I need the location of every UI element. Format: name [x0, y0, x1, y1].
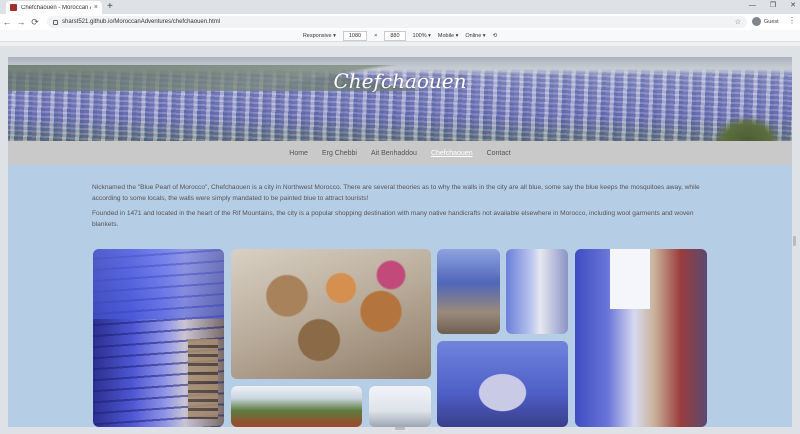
tab-strip: Chefchaouen - Moroccan Adve... × + — ❐ ✕ — [0, 0, 800, 14]
browser-tab[interactable]: Chefchaouen - Moroccan Adve... × — [6, 1, 102, 14]
zoom-select[interactable]: 100% ▾ — [413, 33, 431, 39]
gallery-photo-archway — [437, 341, 568, 427]
url-text: sharst521.github.io/MoroccanAdventures/c… — [62, 19, 221, 25]
width-input[interactable]: 1080 — [342, 30, 368, 41]
intro-text: Nicknamed the "Blue Pearl of Morocco", C… — [92, 182, 712, 234]
close-window-icon[interactable]: ✕ — [790, 0, 796, 12]
nav-contact[interactable]: Contact — [480, 150, 518, 157]
media-query-ruler[interactable] — [0, 42, 800, 46]
resize-handle-right[interactable] — [793, 236, 796, 246]
pottery-shelf — [188, 339, 218, 419]
gallery-photo-rooftops — [369, 386, 431, 427]
mobile-select[interactable]: Mobile ▾ — [438, 33, 459, 39]
new-tab-button[interactable]: + — [107, 1, 113, 13]
network-select[interactable]: Online ▾ — [465, 33, 485, 39]
gallery-photo-alley — [506, 249, 568, 334]
profile-name: Guest — [764, 18, 779, 25]
gallery-photo-spice-sacks — [231, 249, 431, 379]
page-viewport: Chefchaouen Home Erg Chebbi Ait Benhaddo… — [8, 57, 792, 427]
gallery-photo-market-street — [575, 249, 707, 427]
gallery-photo-plaza — [231, 386, 362, 427]
site-nav: Home Erg Chebbi Ait Benhaddou Chefchaoue… — [8, 141, 792, 165]
nav-ait-benhaddou[interactable]: Ait Benhaddou — [364, 150, 424, 157]
address-bar[interactable]: sharst521.github.io/MoroccanAdventures/c… — [47, 16, 747, 28]
close-tab-icon[interactable]: × — [94, 4, 98, 11]
bookmark-star-icon[interactable]: ☆ — [735, 18, 741, 26]
back-icon[interactable]: ← — [0, 17, 14, 27]
device-toolbar: Responsive ▾ 1080 × 880 100% ▾ Mobile ▾ … — [0, 30, 800, 42]
hero-banner: Chefchaouen — [8, 57, 792, 141]
browser-toolbar: ← → ⟳ sharst521.github.io/MoroccanAdvent… — [0, 14, 800, 30]
tab-title: Chefchaouen - Moroccan Adve... — [21, 4, 91, 11]
paragraph-1: Nicknamed the "Blue Pearl of Morocco", C… — [92, 184, 700, 202]
restore-icon[interactable]: ❐ — [770, 0, 776, 12]
blue-wall — [93, 249, 224, 319]
reload-icon[interactable]: ⟳ — [28, 17, 42, 28]
window-controls: — ❐ ✕ — [749, 0, 796, 12]
rotate-icon[interactable]: ⟲ — [493, 33, 498, 39]
hero-title: Chefchaouen — [333, 69, 467, 93]
resize-handle-bottom[interactable] — [395, 427, 405, 430]
gallery-photo-blue-stairs — [93, 249, 224, 427]
nav-erg-chebbi[interactable]: Erg Chebbi — [315, 150, 364, 157]
hero-trees — [712, 115, 782, 141]
minimize-icon[interactable]: — — [749, 0, 756, 12]
nav-home[interactable]: Home — [282, 150, 315, 157]
nav-chefchaouen[interactable]: Chefchaouen — [424, 150, 480, 157]
profile-button[interactable]: Guest — [752, 17, 779, 26]
times-sign: × — [374, 32, 378, 39]
height-input[interactable]: 880 — [384, 30, 406, 41]
street-sky — [610, 249, 650, 309]
lock-icon — [53, 19, 58, 25]
paragraph-2: Founded in 1471 and located in the heart… — [92, 210, 694, 228]
favicon-icon — [10, 4, 17, 11]
forward-icon[interactable]: → — [14, 17, 28, 27]
menu-icon[interactable]: ⋮ — [788, 16, 796, 25]
avatar-icon — [752, 17, 761, 26]
gallery-photo-fountain — [437, 249, 500, 334]
device-select[interactable]: Responsive ▾ — [303, 33, 336, 39]
